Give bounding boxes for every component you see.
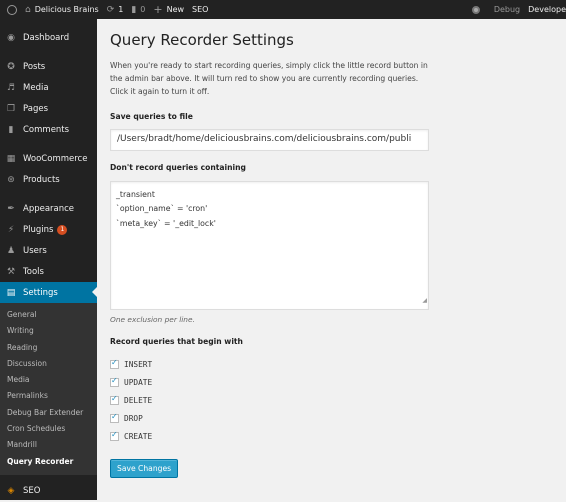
exclude-line: _transient [116,190,155,199]
sidebar-item-plugins[interactable]: ⚡ Plugins 1 [0,219,97,240]
site-name-link[interactable]: ⌂ Delicious Brains [21,0,103,19]
sidebar-item-appearance[interactable]: ✒ Appearance [0,198,97,219]
plug-icon: ⚡ [7,224,15,235]
dashboard-icon: ◉ [7,32,15,43]
submenu-item-cron-schedules[interactable]: Cron Schedules [0,421,97,437]
debug-link[interactable]: Debug [490,0,524,19]
sidebar-item-pages[interactable]: ❐ Pages [0,98,97,119]
submenu-item-general[interactable]: General [0,307,97,323]
submenu-item-writing[interactable]: Writing [0,323,97,339]
submenu-item-permalinks[interactable]: Permalinks [0,388,97,404]
sidebar-item-comments[interactable]: ▮ Comments [0,119,97,140]
wordpress-logo-icon [7,4,17,15]
exclude-hint: One exclusion per line. [110,315,195,324]
checkbox-update-row[interactable]: UPDATE [110,373,430,391]
save-file-input[interactable]: /Users/bradt/home/deliciousbrains.com/de… [110,129,429,151]
cart-icon: ⊛ [7,174,15,185]
comment-icon: ▮ [8,124,14,135]
record-icon [471,5,480,14]
settings-submenu: General Writing Reading Discussion Media… [0,303,97,475]
submenu-item-mandrill[interactable]: Mandrill [0,437,97,453]
sidebar-item-seo[interactable]: ◈ SEO [0,481,97,502]
exclude-textarea[interactable]: _transient `option_name` = 'cron' `meta_… [110,181,429,310]
updates-icon: ⟳ [106,4,115,15]
sidebar-item-users[interactable]: ♟ Users [0,240,97,261]
media-icon: ♬ [6,82,16,93]
save-changes-button[interactable]: Save Changes [110,459,179,478]
checkbox-insert-row[interactable]: INSERT [110,355,430,373]
sidebar-item-tools[interactable]: ⚒ Tools [0,261,97,282]
user-icon: ♟ [6,245,16,256]
record-button[interactable] [468,0,490,19]
comment-icon: ▮ [131,4,137,15]
settings-icon: ▤ [6,287,16,298]
intro-text: When you're ready to start recording que… [110,61,428,96]
checkbox-delete-row[interactable]: DELETE [110,391,430,409]
wrench-icon: ⚒ [6,266,16,277]
main-content: Query Recorder Settings When you're read… [110,19,430,478]
brush-icon: ✒ [7,203,15,214]
plus-icon: + [153,3,163,16]
exclude-label: Don't record queries containing [110,163,246,172]
record-label: Record queries that begin with [110,337,243,346]
seo-icon: ◈ [7,486,15,497]
admin-sidebar: ◉ Dashboard ✪ Posts ♬ Media ❐ Pages ▮ Comment… [0,19,97,500]
new-content-link[interactable]: + New [149,0,188,19]
pin-icon: ✪ [7,61,15,72]
sidebar-item-settings[interactable]: ▤ Settings [0,282,97,303]
plugins-update-badge: 1 [57,224,68,235]
checkbox-delete[interactable] [110,394,119,405]
checkbox-update[interactable] [110,376,119,387]
page-title: Query Recorder Settings [110,31,294,49]
checkbox-create-row[interactable]: CREATE [110,427,430,445]
sidebar-item-media[interactable]: ♬ Media [0,77,97,98]
woocommerce-icon: ▦ [6,153,16,164]
checkbox-insert[interactable] [110,358,119,369]
checkbox-create[interactable] [110,430,119,441]
query-type-list: INSERT UPDATE DELETE DROP CREATE [110,355,430,445]
submenu-item-debug-bar-extender[interactable]: Debug Bar Extender [0,405,97,421]
exclude-line: `meta_key` = '_edit_lock' [116,218,216,228]
submenu-item-reading[interactable]: Reading [0,340,97,356]
exclude-line: `option_name` = 'cron' [116,204,208,214]
home-icon: ⌂ [25,4,31,15]
save-file-label: Save queries to file [110,112,193,121]
sidebar-item-woocommerce[interactable]: ▦ WooCommerce [0,148,97,169]
sidebar-item-posts[interactable]: ✪ Posts [0,56,97,77]
developer-link[interactable]: Develope [524,0,566,19]
submenu-item-query-recorder[interactable]: Query Recorder [0,454,97,470]
submenu-item-media[interactable]: Media [0,372,97,388]
pages-icon: ❐ [6,103,16,114]
admin-bar: ⌂ Delicious Brains ⟳ 1 ▮ 0 + New SEO Debug D… [0,0,566,19]
wordpress-logo-button[interactable] [0,0,21,19]
sidebar-item-dashboard[interactable]: ◉ Dashboard [0,27,97,48]
updates-link[interactable]: ⟳ 1 [103,0,128,19]
resize-grip-icon[interactable]: ◢ [422,294,427,308]
sidebar-item-products[interactable]: ⊛ Products [0,169,97,190]
comments-link[interactable]: ▮ 0 [127,0,149,19]
seo-link[interactable]: SEO [188,0,212,19]
checkbox-drop[interactable] [110,412,119,423]
checkbox-drop-row[interactable]: DROP [110,409,430,427]
submenu-item-discussion[interactable]: Discussion [0,356,97,372]
